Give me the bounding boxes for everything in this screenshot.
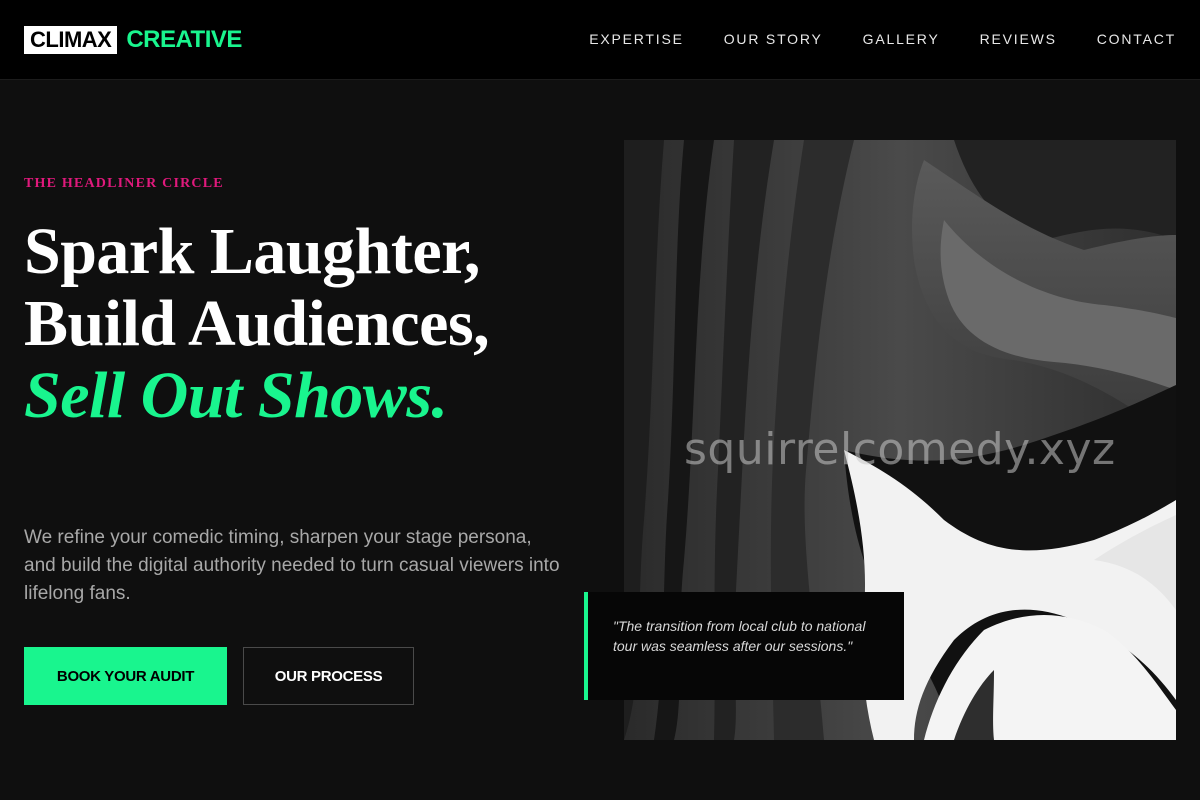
- logo-wordmark-accent: CREATIVE: [126, 26, 242, 53]
- book-audit-button[interactable]: BOOK YOUR AUDIT: [24, 647, 227, 705]
- hero-eyebrow: THE HEADLINER CIRCLE: [24, 176, 224, 191]
- nav-link-reviews[interactable]: REVIEWS: [980, 30, 1057, 48]
- nav-link-expertise[interactable]: EXPERTISE: [589, 30, 684, 48]
- testimonial-quote-text: "The transition from local club to natio…: [613, 618, 866, 654]
- nav-link-contact[interactable]: CONTACT: [1097, 30, 1176, 48]
- headline-plain-text: Spark Laughter, Build Audiences,: [24, 215, 490, 360]
- logo-wordmark-box: CLIMAX: [24, 26, 118, 54]
- watermark-text: squirrelcomedy.xyz: [684, 424, 1116, 475]
- testimonial-quote-card: "The transition from local club to natio…: [584, 592, 904, 700]
- hero-headline: Spark Laughter, Build Audiences, Sell Ou…: [24, 216, 584, 432]
- our-process-button[interactable]: OUR PROCESS: [243, 647, 414, 705]
- nav-link-our-story[interactable]: OUR STORY: [724, 30, 823, 48]
- nav-link-gallery[interactable]: GALLERY: [863, 30, 940, 48]
- headline-accent-text: Sell Out Shows.: [24, 359, 448, 432]
- hero-description: We refine your comedic timing, sharpen y…: [24, 527, 560, 604]
- main-nav: EXPERTISE OUR STORY GALLERY REVIEWS CONT…: [589, 30, 1176, 48]
- top-navigation-bar: CLIMAX CREATIVE EXPERTISE OUR STORY GALL…: [0, 0, 1200, 80]
- brand-logo[interactable]: CLIMAX CREATIVE: [24, 26, 242, 54]
